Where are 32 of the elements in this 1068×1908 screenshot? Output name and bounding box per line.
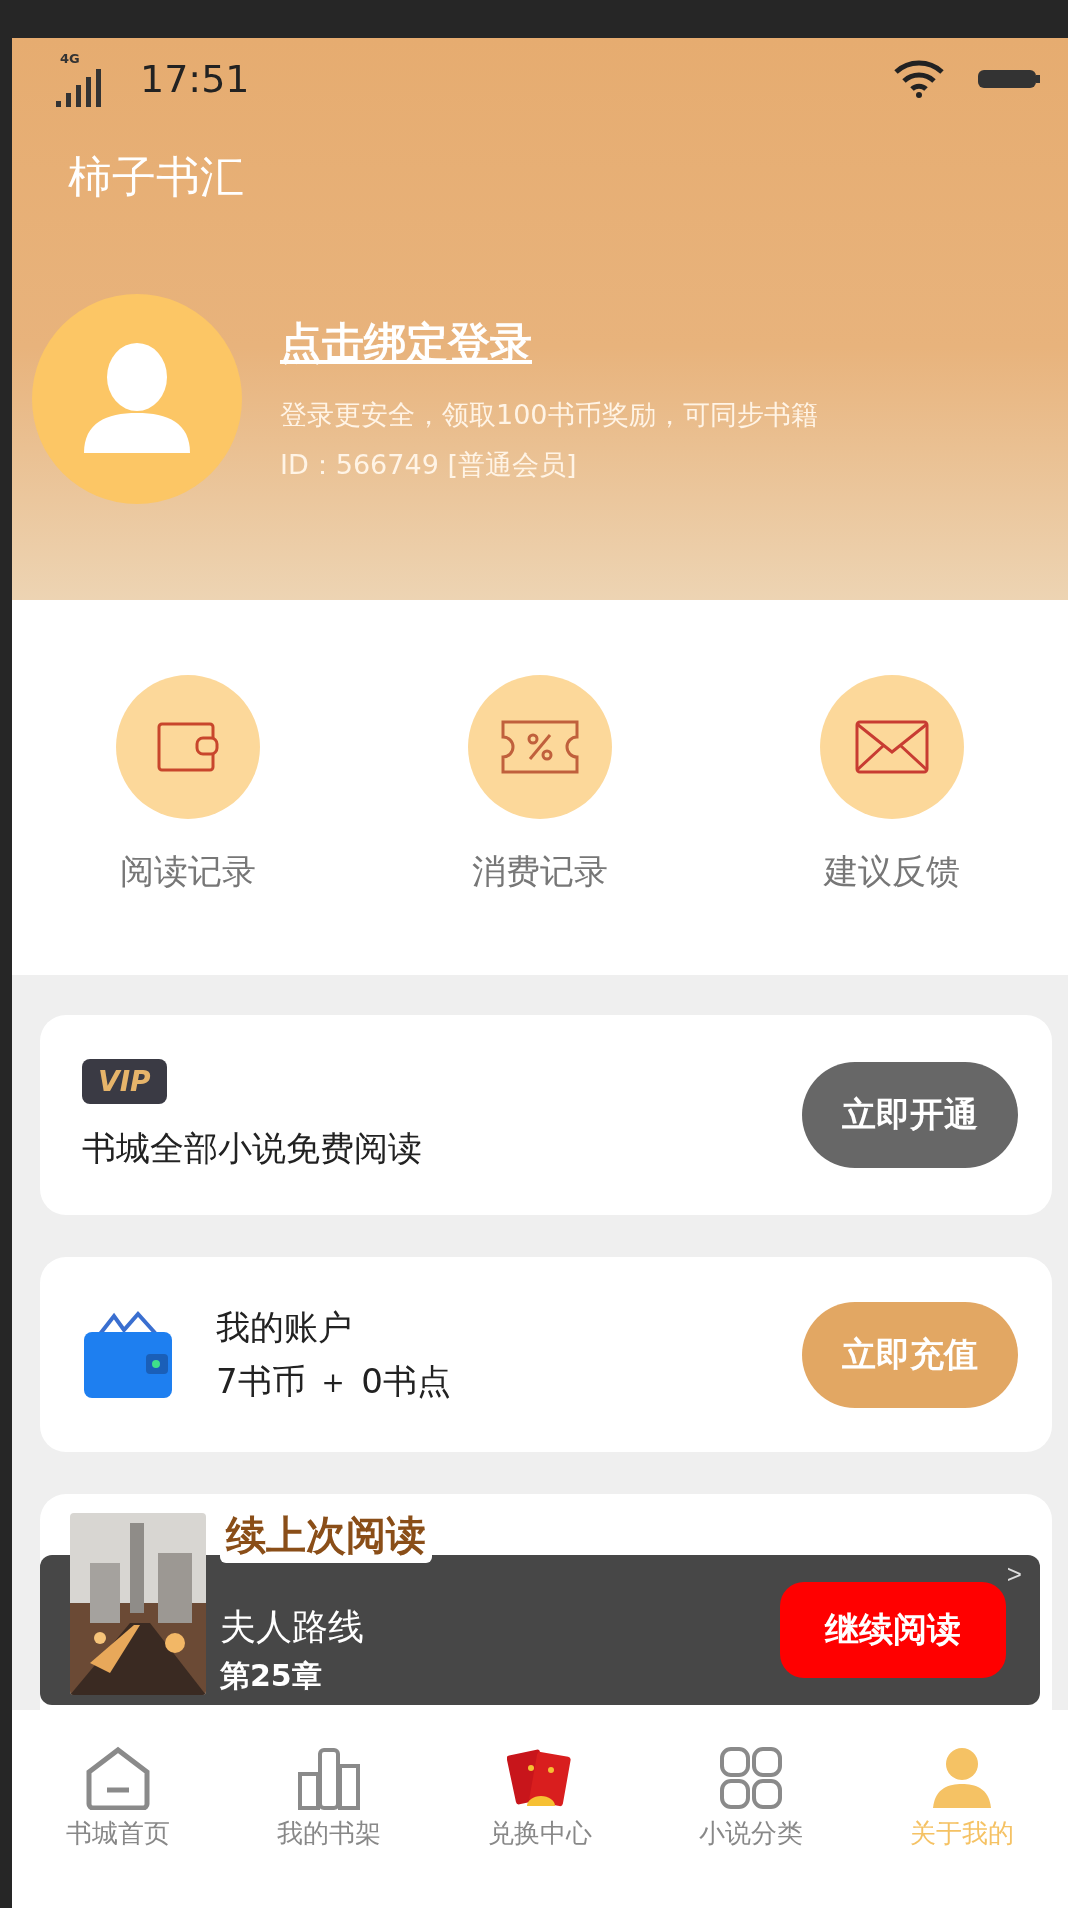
shortcut-button[interactable]: 消费记录 bbox=[364, 675, 716, 895]
wallet-icon bbox=[157, 722, 219, 772]
continue-reading-button[interactable]: 继续阅读 bbox=[780, 1582, 1006, 1678]
bar-chart-icon bbox=[295, 1746, 362, 1810]
activate-button[interactable]: 立即开通 bbox=[802, 1062, 1018, 1168]
wifi-icon bbox=[894, 60, 944, 98]
home-icon bbox=[84, 1746, 151, 1810]
tab[interactable]: 书城首页 bbox=[12, 1746, 224, 1851]
shortcut-button[interactable]: 建议反馈 bbox=[716, 675, 1068, 895]
tab[interactable]: 兑换中心 bbox=[434, 1746, 646, 1851]
mail-icon bbox=[855, 720, 929, 774]
chapter-label: 第25章 bbox=[220, 1657, 323, 1695]
tab[interactable]: 小说分类 bbox=[645, 1746, 857, 1851]
grid-icon bbox=[718, 1746, 785, 1810]
tab[interactable]: 我的书架 bbox=[223, 1746, 435, 1851]
network-label: 4G bbox=[60, 51, 80, 66]
vip-description: 书城全部小说免费阅读 bbox=[82, 1126, 422, 1170]
vip-badge: VIP bbox=[82, 1058, 167, 1104]
account-title: 我的账户 bbox=[216, 1305, 353, 1349]
wallet-icon bbox=[82, 1309, 174, 1400]
book-title: 夫人路线 bbox=[220, 1605, 364, 1649]
coupon-icon bbox=[500, 719, 580, 775]
battery-icon bbox=[978, 68, 1040, 90]
shortcut-button[interactable]: 阅读记录 bbox=[12, 675, 364, 895]
account-balance: 7书币 ＋ 0书点 bbox=[216, 1359, 451, 1403]
recharge-button[interactable]: 立即充值 bbox=[802, 1301, 1018, 1408]
chevron-button[interactable]: > bbox=[1006, 1559, 1022, 1590]
app-title: 柿子书汇 bbox=[68, 150, 245, 204]
login-link[interactable]: 点击绑定登录 bbox=[280, 315, 818, 371]
member-id: ID：566749 [普通会员] bbox=[280, 448, 578, 482]
login-hint: 登录更安全，领取100书币奖励，可同步书籍 bbox=[280, 398, 818, 432]
clock-time: 17:51 bbox=[140, 57, 250, 101]
